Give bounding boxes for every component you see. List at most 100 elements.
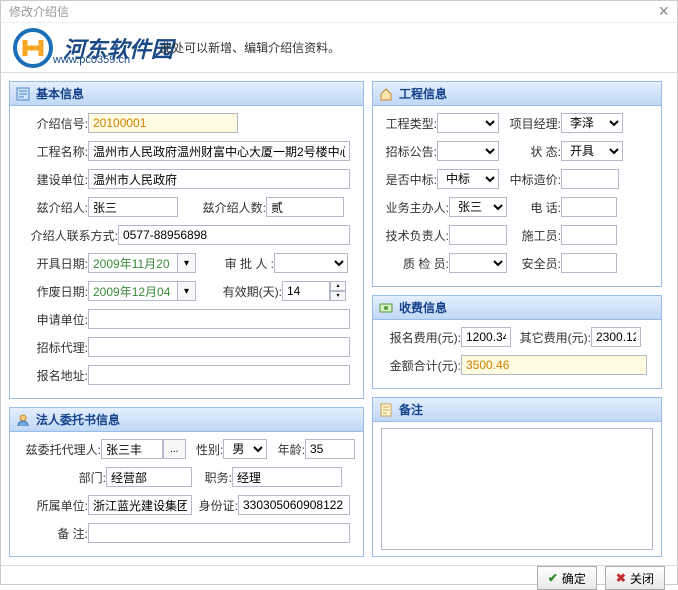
ok-button[interactable]: ✔确定 xyxy=(537,566,597,590)
contact-label: 介绍人联系方式: xyxy=(18,227,118,244)
dept-label: 部门: xyxy=(18,469,106,486)
panel-title: 法人委托书信息 xyxy=(36,411,120,428)
worker-label: 施工员: xyxy=(507,227,561,244)
person-icon xyxy=(16,413,30,427)
build-unit-input[interactable] xyxy=(88,169,350,189)
other-fee-label: 其它费用(元): xyxy=(511,329,591,346)
void-date-label: 作废日期: xyxy=(18,283,88,300)
winbid-label: 是否中标: xyxy=(381,171,437,188)
void-date-input[interactable] xyxy=(88,281,178,301)
gender-label: 性别: xyxy=(186,441,224,458)
bid-agent-input[interactable] xyxy=(88,337,350,357)
status-select[interactable]: 开具 xyxy=(561,141,623,161)
approver-select[interactable] xyxy=(274,253,348,273)
affil-unit-label: 所属单位: xyxy=(18,497,88,514)
header-desc: 此处可以新增、编辑介绍信资料。 xyxy=(160,39,340,56)
status-label: 状 态: xyxy=(499,143,561,160)
project-name-label: 工程名称: xyxy=(18,143,88,160)
panel-title: 收费信息 xyxy=(399,299,447,316)
form-icon xyxy=(16,87,30,101)
contact-input[interactable] xyxy=(118,225,350,245)
winbid-select[interactable]: 中标 xyxy=(437,169,499,189)
introducer-input[interactable] xyxy=(88,197,178,217)
qc-select[interactable] xyxy=(449,253,507,273)
worker-input[interactable] xyxy=(561,225,617,245)
void-date-picker[interactable]: ▾ xyxy=(178,281,196,301)
phone-label: 电 话: xyxy=(507,199,561,216)
type-select[interactable] xyxy=(437,113,499,133)
remark-panel: 备注 xyxy=(372,397,662,557)
bizowner-label: 业务主办人: xyxy=(381,199,449,216)
issue-date-label: 开具日期: xyxy=(18,255,88,272)
window-title: 修改介绍信 xyxy=(9,3,69,20)
bidnotice-select[interactable] xyxy=(437,141,499,161)
idcard-input[interactable] xyxy=(238,495,350,515)
bidnotice-label: 招标公告: xyxy=(381,143,437,160)
safety-input[interactable] xyxy=(561,253,617,273)
close-icon[interactable]: × xyxy=(658,1,669,22)
money-icon xyxy=(379,301,393,315)
ref-no-input[interactable] xyxy=(88,113,238,133)
introduce-count-input[interactable] xyxy=(266,197,344,217)
valid-days-down[interactable]: ▾ xyxy=(330,291,346,301)
age-label: 年龄: xyxy=(267,441,305,458)
note-icon xyxy=(379,403,393,417)
total-input xyxy=(461,355,647,375)
winprice-input[interactable] xyxy=(561,169,619,189)
manager-select[interactable]: 李泽 xyxy=(561,113,623,133)
phone-input[interactable] xyxy=(561,197,617,217)
bid-agent-label: 招标代理: xyxy=(18,339,88,356)
gender-select[interactable]: 男 xyxy=(223,439,267,459)
legal-remark-label: 备 注: xyxy=(18,525,88,542)
brand-url: www.pc0359.cn xyxy=(53,54,130,66)
panel-title: 基本信息 xyxy=(36,85,84,102)
issue-date-input[interactable] xyxy=(88,253,178,273)
check-icon: ✔ xyxy=(548,571,558,585)
legal-remark-input[interactable] xyxy=(88,523,350,543)
agent-browse[interactable]: ... xyxy=(163,439,186,459)
introduce-count-label: 兹介绍人数: xyxy=(186,199,266,216)
basic-info-panel: 基本信息 介绍信号: 工程名称: 建设单位: xyxy=(9,81,364,399)
techlead-label: 技术负责人: xyxy=(381,227,449,244)
position-label: 职务: xyxy=(192,469,232,486)
signup-addr-label: 报名地址: xyxy=(18,367,88,384)
signup-addr-input[interactable] xyxy=(88,365,350,385)
agent-label: 兹委托代理人: xyxy=(18,441,101,458)
other-fee-input[interactable] xyxy=(591,327,641,347)
panel-title: 工程信息 xyxy=(399,85,447,102)
idcard-label: 身份证: xyxy=(192,497,238,514)
introducer-label: 兹介绍人: xyxy=(18,199,88,216)
house-icon xyxy=(379,87,393,101)
techlead-input[interactable] xyxy=(449,225,507,245)
affil-unit-input[interactable] xyxy=(88,495,192,515)
ref-no-label: 介绍信号: xyxy=(18,115,88,132)
signup-fee-label: 报名费用(元): xyxy=(381,329,461,346)
safety-label: 安全员: xyxy=(507,255,561,272)
agent-input[interactable] xyxy=(101,439,163,459)
legal-panel: 法人委托书信息 兹委托代理人: ... 性别: 男 年龄: 部门: xyxy=(9,407,364,557)
manager-label: 项目经理: xyxy=(499,115,561,132)
apply-unit-input[interactable] xyxy=(88,309,350,329)
cancel-button[interactable]: ✖关闭 xyxy=(605,566,665,590)
remark-textarea[interactable] xyxy=(381,428,653,550)
panel-title: 备注 xyxy=(399,401,423,418)
fee-panel: 收费信息 报名费用(元): 其它费用(元): 金额合计(元): xyxy=(372,295,662,389)
apply-unit-label: 申请单位: xyxy=(18,311,88,328)
signup-fee-input[interactable] xyxy=(461,327,511,347)
valid-days-up[interactable]: ▴ xyxy=(330,281,346,291)
approver-label: 审 批 人 : xyxy=(204,255,274,272)
qc-label: 质 检 员: xyxy=(381,255,449,272)
winprice-label: 中标造价: xyxy=(499,171,561,188)
bizowner-select[interactable]: 张三 xyxy=(449,197,507,217)
total-label: 金额合计(元): xyxy=(381,357,461,374)
dept-input[interactable] xyxy=(106,467,192,487)
project-panel: 工程信息 工程类型: 项目经理: 李泽 招标公告: 状 态: 开具 xyxy=(372,81,662,287)
project-name-input[interactable] xyxy=(88,141,350,161)
build-unit-label: 建设单位: xyxy=(18,171,88,188)
age-input[interactable] xyxy=(305,439,355,459)
app-logo xyxy=(13,28,53,68)
valid-days-input[interactable] xyxy=(282,281,330,301)
position-input[interactable] xyxy=(232,467,342,487)
cross-icon: ✖ xyxy=(616,571,626,585)
issue-date-picker[interactable]: ▾ xyxy=(178,253,196,273)
